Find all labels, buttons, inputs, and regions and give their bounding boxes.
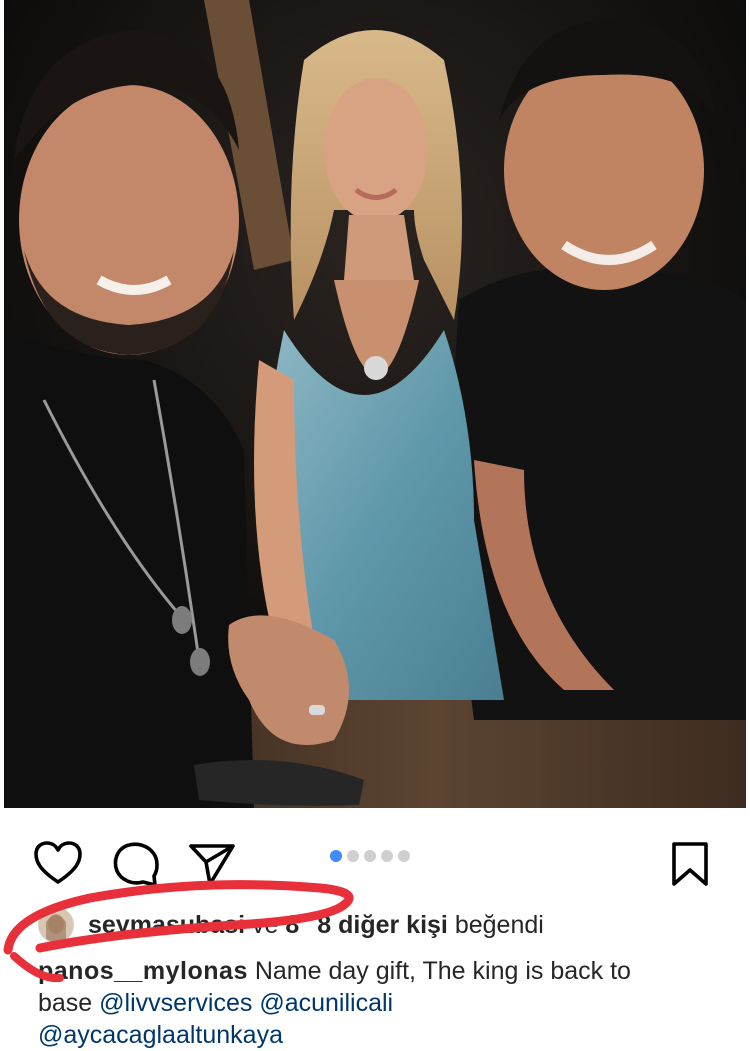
caption-line-3: @aycacaglaaltunkaya bbox=[38, 1019, 728, 1051]
liker-username[interactable]: seymasubasi bbox=[88, 911, 245, 940]
likes-count[interactable]: 8 diğer kişi bbox=[317, 911, 448, 940]
caption-text-base: base bbox=[38, 989, 93, 1017]
carousel-dot bbox=[398, 850, 410, 862]
likes-count-space bbox=[278, 911, 285, 940]
post-caption: panos__mylonas Name day gift, The king i… bbox=[38, 955, 728, 1051]
mention-link[interactable]: @livvservices bbox=[99, 989, 252, 1017]
carousel-indicator[interactable] bbox=[330, 849, 410, 863]
avatar[interactable] bbox=[38, 907, 74, 943]
caption-line-2: base @livvservices @acunilicali bbox=[38, 987, 728, 1019]
likes-suffix: beğendi bbox=[454, 910, 544, 939]
bookmark-icon[interactable] bbox=[664, 838, 716, 890]
likes-suffix-space bbox=[448, 911, 455, 940]
post-photo-illustration bbox=[4, 0, 746, 808]
mention-link[interactable]: @aycacaglaaltunkaya bbox=[38, 1021, 283, 1049]
caption-line-1: panos__mylonas Name day gift, The king i… bbox=[38, 955, 728, 987]
send-icon[interactable] bbox=[186, 838, 238, 890]
caption-author[interactable]: panos__mylonas bbox=[38, 957, 248, 985]
post-photo[interactable] bbox=[4, 0, 746, 808]
likes-count-start[interactable]: 8 bbox=[285, 911, 299, 940]
heart-icon[interactable] bbox=[32, 838, 84, 890]
likes-connector: ve bbox=[252, 910, 279, 939]
carousel-dot bbox=[381, 850, 393, 862]
carousel-dot bbox=[347, 850, 359, 862]
comment-icon[interactable] bbox=[110, 838, 162, 890]
carousel-dot bbox=[330, 850, 342, 862]
likes-summary[interactable]: seymasubasi ve 8 8 diğer kişi beğendi bbox=[38, 903, 544, 947]
carousel-dot bbox=[364, 850, 376, 862]
mention-link[interactable]: @acunilicali bbox=[259, 989, 393, 1017]
likes-connector-space bbox=[245, 911, 252, 940]
caption-text: Name day gift, The king is back to bbox=[254, 957, 631, 985]
